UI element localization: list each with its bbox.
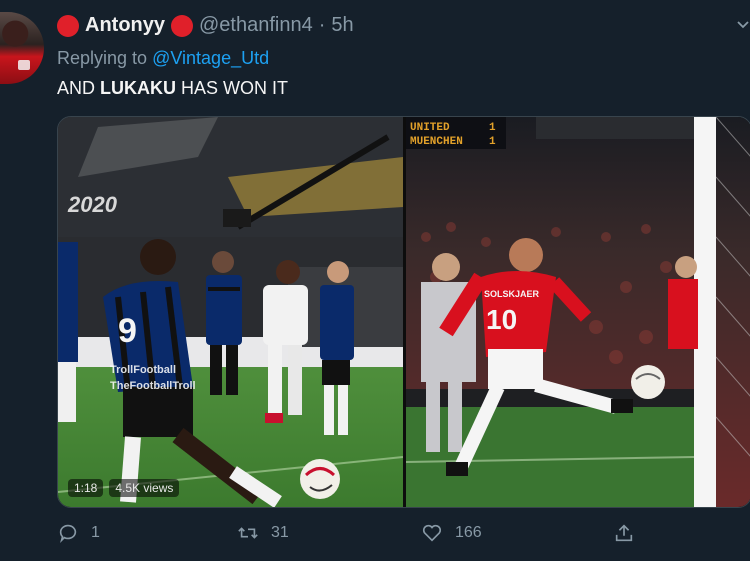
scoreboard-year: 2020	[67, 192, 118, 217]
avatar[interactable]	[0, 12, 44, 84]
watermark-line-1: TrollFootball	[110, 364, 176, 376]
reply-prefix: Replying to	[57, 48, 148, 68]
scoreboard-score-1: 1	[489, 122, 496, 134]
red-circle-emoji-icon	[57, 14, 79, 37]
chevron-down-icon[interactable]	[736, 18, 750, 32]
author-handle[interactable]: @ethanfinn4	[199, 14, 313, 37]
reply-count: 1	[91, 524, 100, 541]
video-duration: 1:18	[68, 479, 104, 497]
video-views: 4.5K views	[109, 479, 180, 497]
red-circle-emoji-icon	[171, 14, 193, 37]
scoreboard-team-2: MUENCHEN	[410, 136, 463, 148]
reply-mention-link[interactable]: @Vintage_Utd	[152, 48, 269, 68]
left-jersey-number: 9	[118, 312, 137, 350]
right-jersey-number: 10	[486, 304, 517, 335]
retweet-count: 31	[271, 524, 289, 541]
right-jersey-name: SOLSKJAER	[484, 289, 540, 299]
heart-icon[interactable]	[421, 522, 443, 544]
author-display-name[interactable]: Antonyy	[85, 14, 165, 37]
retweet-icon[interactable]	[237, 522, 259, 544]
media-left-image: 2020 9 TrollFootball TheFootballTroll 1:…	[58, 117, 403, 507]
tweet-text-bold: LUKAKU	[100, 78, 177, 98]
scoreboard-score-2: 1	[489, 136, 496, 148]
tweet-text: AND LUKAKU HAS WON IT	[57, 78, 288, 99]
video-stats: 1:18 4.5K views	[68, 479, 180, 497]
like-action[interactable]: 166	[421, 522, 482, 544]
tweet-text-part: HAS WON IT	[176, 78, 289, 98]
like-count: 166	[455, 524, 482, 541]
watermark-line-2: TheFootballTroll	[110, 380, 196, 392]
reply-action[interactable]: 1	[57, 522, 100, 544]
share-action[interactable]	[613, 522, 635, 544]
tweet-actions: 1 31 166	[57, 522, 750, 550]
tweet-timestamp[interactable]: 5h	[331, 14, 353, 37]
tweet: Antonyy @ethanfinn4 · 5h Replying to @Vi…	[0, 0, 750, 561]
reply-icon[interactable]	[57, 522, 79, 544]
tweet-header: Antonyy @ethanfinn4 · 5h	[57, 14, 354, 37]
tweet-media[interactable]: 2020 9 TrollFootball TheFootballTroll 1:…	[57, 116, 750, 508]
share-icon[interactable]	[613, 522, 635, 544]
scoreboard-team-1: UNITED	[410, 122, 450, 134]
retweet-action[interactable]: 31	[237, 522, 289, 544]
avatar-shirt-badge	[18, 60, 30, 70]
separator-dot: ·	[318, 14, 326, 36]
reply-context: Replying to @Vintage_Utd	[57, 48, 269, 69]
media-right-image: UNITED MUENCHEN 1 1 SOLSKJAER 10	[406, 117, 750, 507]
tweet-text-part: AND	[57, 78, 101, 98]
